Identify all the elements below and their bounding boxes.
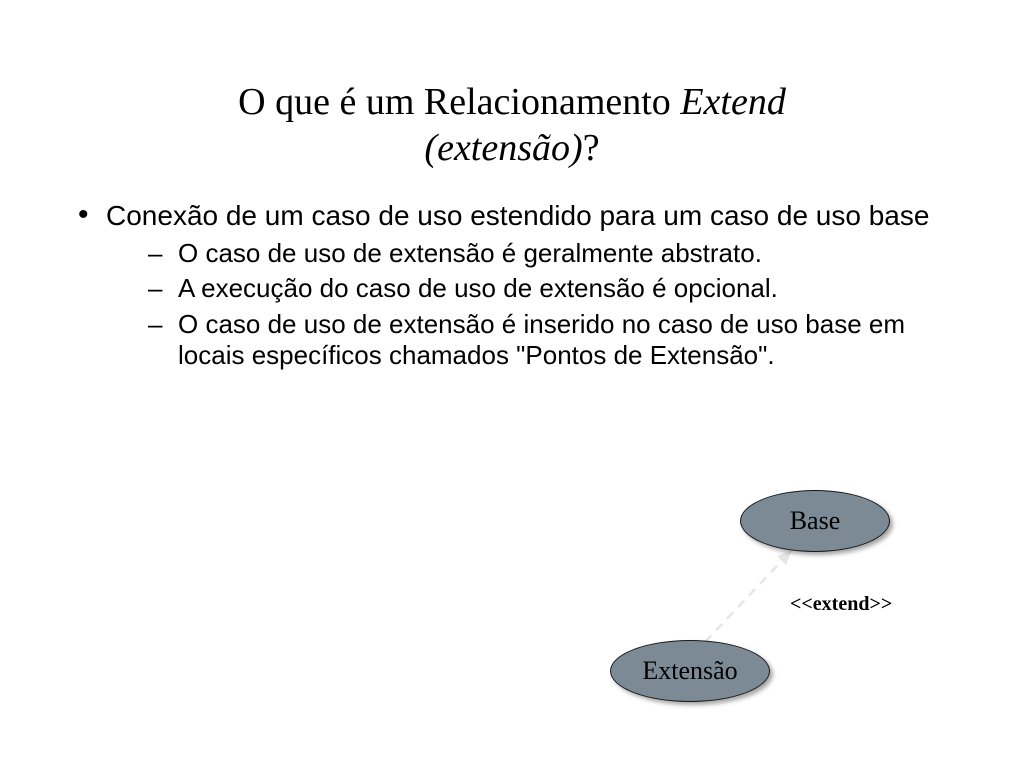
extension-use-case: Extensão [610, 640, 770, 702]
title-italic-2: (extensão) [424, 127, 582, 169]
sub-bullet-list: O caso de uso de extensão é geralmente a… [106, 238, 974, 371]
base-label: Base [790, 506, 841, 536]
title-suffix: ? [583, 127, 600, 169]
base-use-case: Base [740, 490, 890, 552]
extend-stereotype: <<extend>> [790, 593, 892, 616]
bullet-text-1: Conexão de um caso de uso estendido para… [106, 200, 929, 231]
sub-bullet-3: O caso de uso de extensão é inserido no … [148, 309, 974, 371]
extension-label: Extensão [642, 656, 737, 686]
slide-title: O que é um Relacionamento Extend (extens… [50, 80, 974, 171]
title-prefix: O que é um Relacionamento [238, 81, 680, 123]
bullet-item-1: Conexão de um caso de uso estendido para… [78, 199, 974, 371]
sub-bullet-2: A execução do caso de uso de extensão é … [148, 273, 974, 304]
sub-bullet-1: O caso de uso de extensão é geralmente a… [148, 238, 974, 269]
slide-content: O que é um Relacionamento Extend (extens… [0, 0, 1024, 371]
bullet-list: Conexão de um caso de uso estendido para… [50, 199, 974, 371]
uml-diagram: Base Extensão <<extend>> [610, 490, 990, 730]
title-italic-1: Extend [680, 81, 786, 123]
